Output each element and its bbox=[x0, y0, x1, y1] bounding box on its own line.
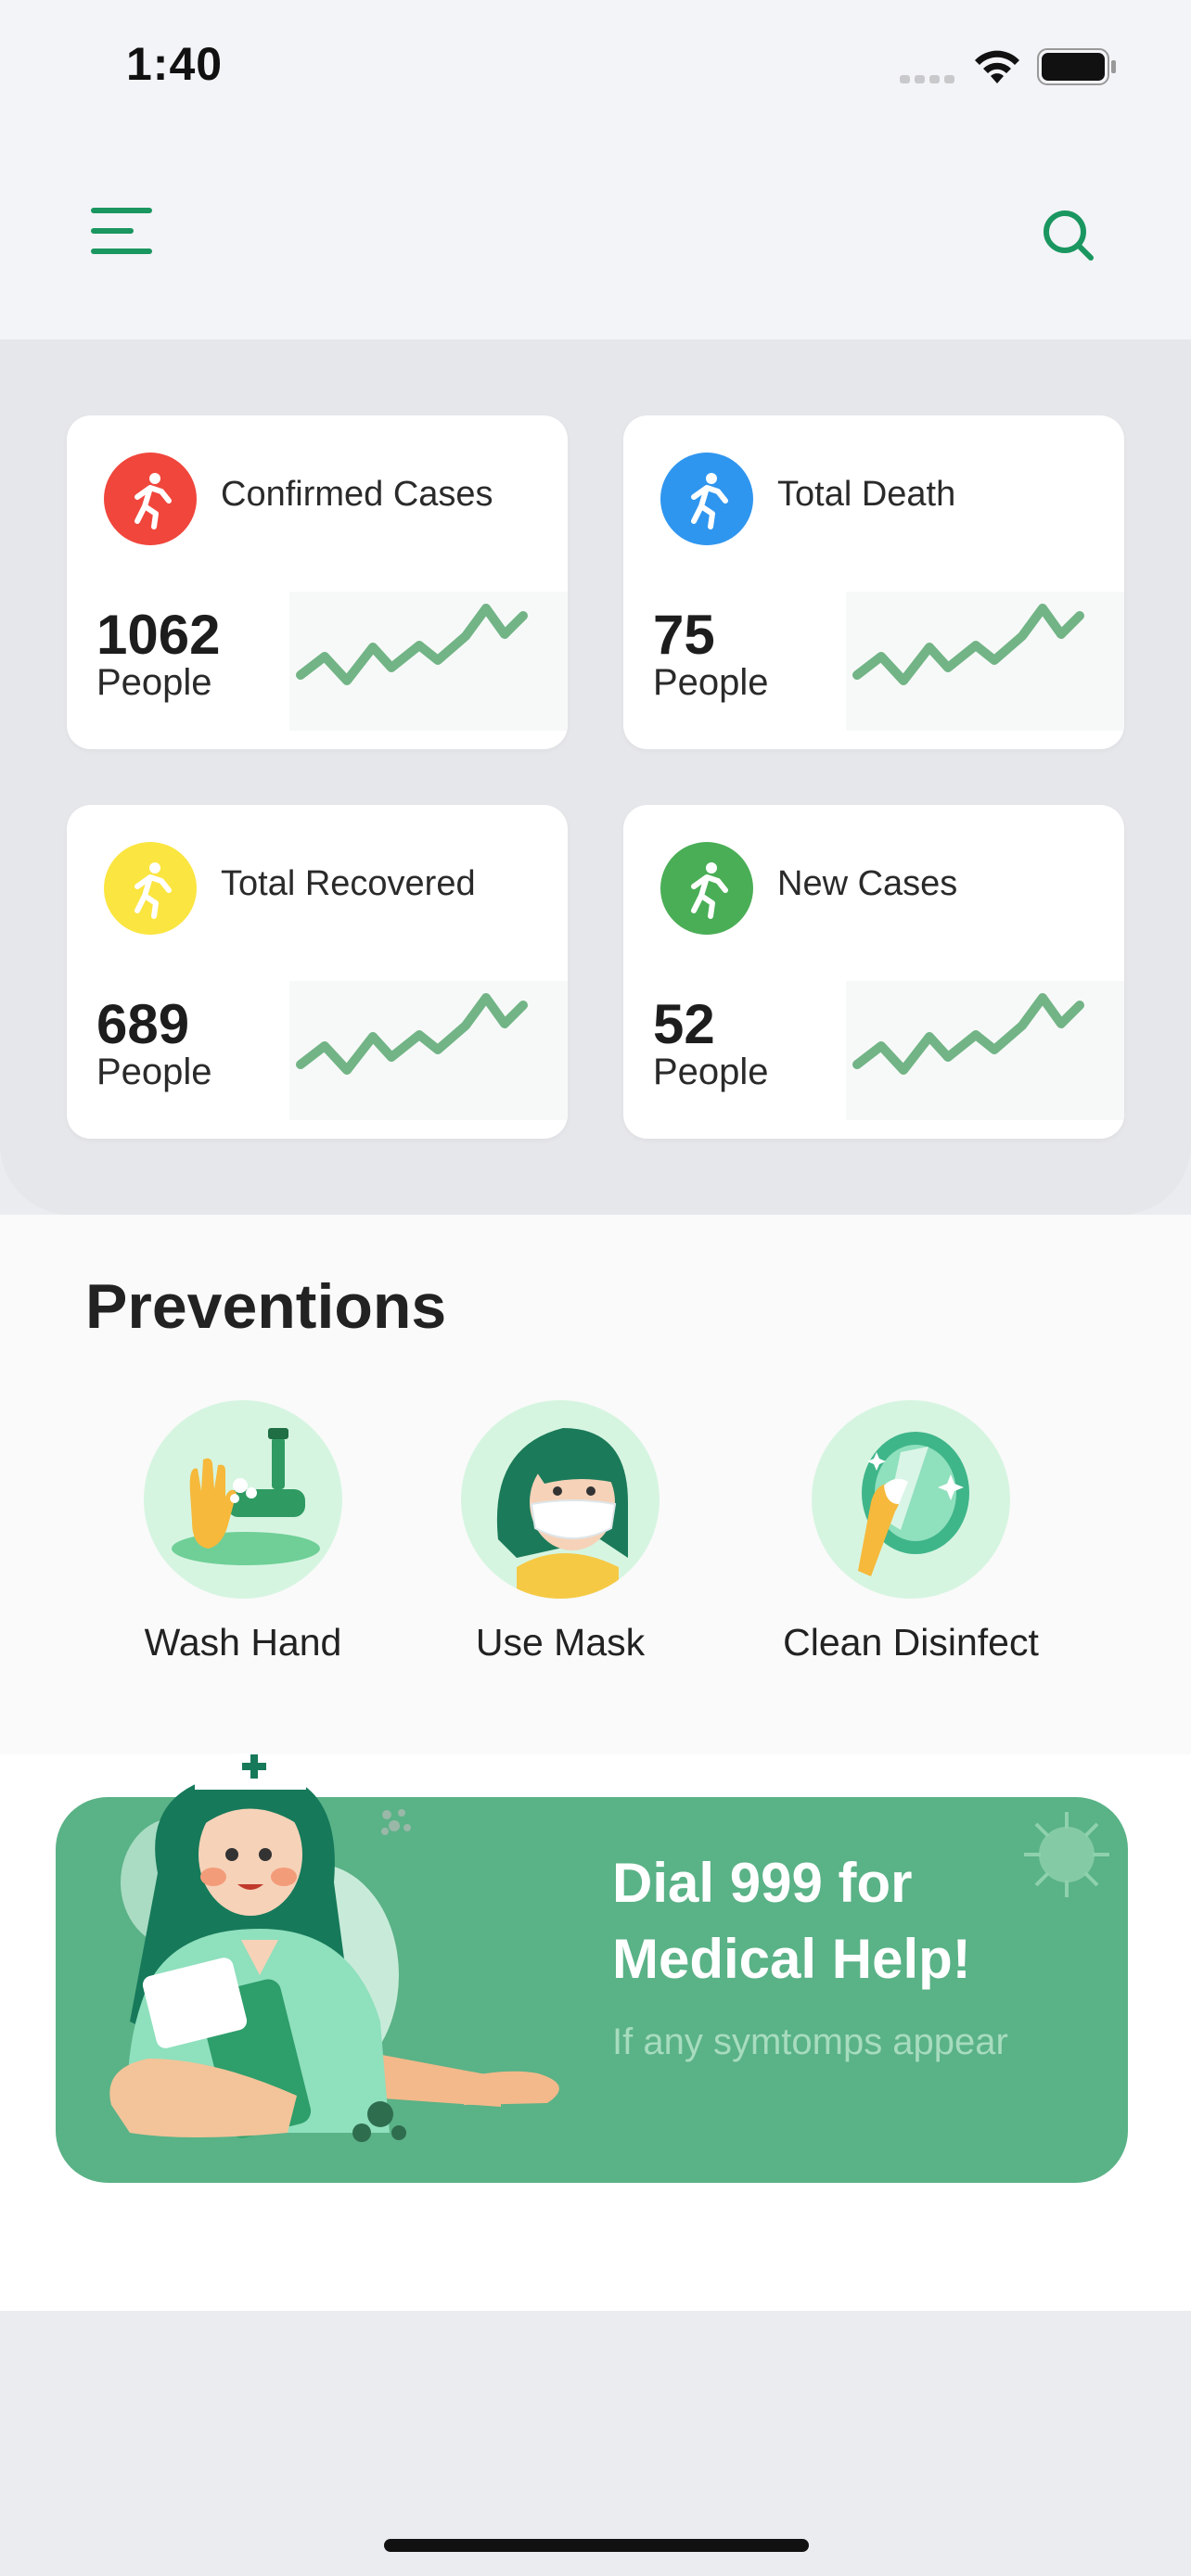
prevention-label: Use Mask bbox=[475, 1621, 646, 1664]
battery-icon bbox=[1037, 48, 1116, 85]
sparkline-graphic bbox=[846, 592, 1124, 731]
stat-unit: People bbox=[653, 662, 769, 703]
stat-unit: People bbox=[653, 1052, 769, 1092]
running-person-icon bbox=[134, 473, 172, 529]
sparkline-graphic bbox=[289, 592, 568, 731]
stat-title: Confirmed Cases bbox=[221, 475, 493, 514]
home-indicator bbox=[384, 2539, 809, 2552]
status-time: 1:40 bbox=[126, 38, 224, 90]
stat-value: 52 bbox=[653, 993, 715, 1055]
stat-unit: People bbox=[96, 662, 212, 703]
wash-hand-icon bbox=[144, 1400, 342, 1599]
stat-badge bbox=[104, 453, 197, 545]
stat-badge bbox=[104, 842, 197, 935]
hamburger-menu-icon bbox=[91, 208, 152, 254]
preventions-title: Preventions bbox=[85, 1271, 447, 1342]
sparkline-graphic bbox=[289, 981, 568, 1120]
prevention-label: Wash Hand bbox=[144, 1621, 342, 1664]
search-button[interactable] bbox=[1039, 206, 1098, 265]
running-person-icon bbox=[691, 862, 728, 919]
stat-value: 75 bbox=[653, 604, 715, 666]
sparkline-graphic bbox=[846, 981, 1124, 1120]
wifi-icon bbox=[975, 50, 1019, 83]
clean-disinfect-icon bbox=[812, 1400, 1010, 1599]
prevention-use-mask[interactable]: Use Mask bbox=[421, 1400, 699, 1664]
stat-card-death[interactable]: Total Death 75 People bbox=[623, 415, 1124, 749]
banner-title: Dial 999 for Medical Help! bbox=[612, 1852, 971, 1990]
nurse-illustration bbox=[109, 1753, 559, 2142]
stat-value: 689 bbox=[96, 993, 190, 1055]
stat-unit: People bbox=[96, 1052, 212, 1092]
stat-badge bbox=[660, 453, 753, 545]
running-person-icon bbox=[691, 473, 728, 529]
cellular-signal-icon bbox=[900, 75, 954, 83]
stat-badge bbox=[660, 842, 753, 935]
stat-card-confirmed[interactable]: Confirmed Cases 1062 People bbox=[67, 415, 568, 749]
stat-card-recovered[interactable]: Total Recovered 689 People bbox=[67, 805, 568, 1139]
stat-title: Total Death bbox=[777, 475, 956, 514]
stat-title: Total Recovered bbox=[221, 864, 476, 903]
stat-card-new-cases[interactable]: New Cases 52 People bbox=[623, 805, 1124, 1139]
prevention-label: Clean Disinfect bbox=[783, 1621, 1039, 1664]
banner-subtitle: If any symtomps appear bbox=[612, 2021, 1008, 2062]
stat-value: 1062 bbox=[96, 604, 221, 666]
prevention-clean-disinfect[interactable]: Clean Disinfect bbox=[753, 1400, 1069, 1664]
menu-button[interactable] bbox=[89, 204, 156, 260]
running-person-icon bbox=[134, 862, 172, 919]
prevention-wash-hand[interactable]: Wash Hand bbox=[104, 1400, 382, 1664]
stat-title: New Cases bbox=[777, 864, 958, 903]
use-mask-icon bbox=[461, 1400, 660, 1599]
search-icon bbox=[1044, 210, 1094, 261]
